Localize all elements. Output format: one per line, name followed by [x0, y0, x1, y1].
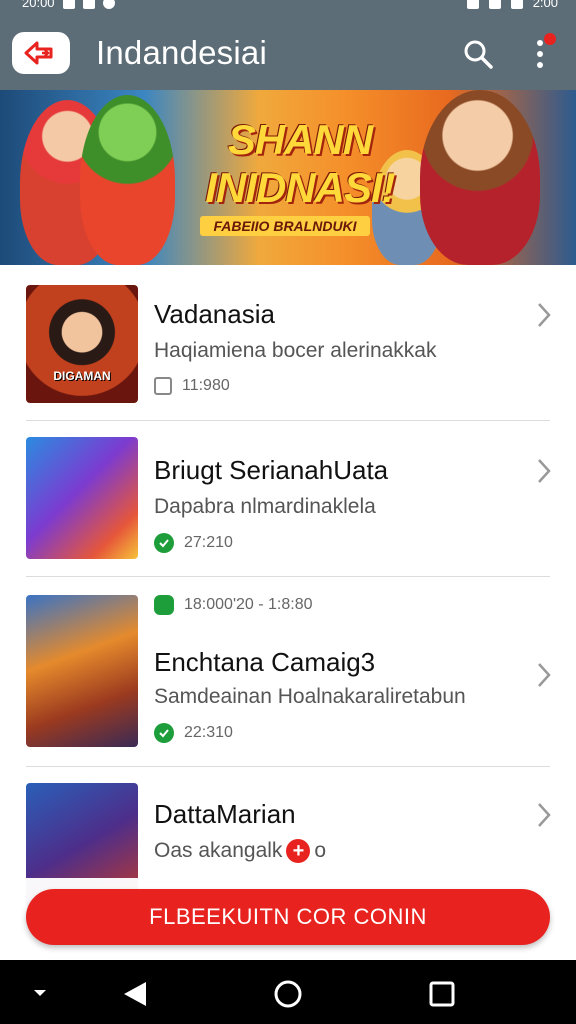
- more-dot: [537, 62, 543, 68]
- calendar-icon: [154, 377, 172, 395]
- item-description: Oas akangalk + o: [154, 839, 326, 863]
- item-description-suffix: o: [314, 839, 327, 862]
- list-item[interactable]: DIGAMAN Vadanasia Haqiamiena bocer aleri…: [26, 265, 551, 421]
- chevron-right-icon: [538, 459, 551, 483]
- chevron-right-icon: [538, 663, 551, 687]
- chevron-right-icon: [538, 303, 551, 327]
- app-bar: Indandesiai: [0, 14, 576, 90]
- item-meta-text: 27:210: [184, 534, 233, 551]
- item-meta: 22:310: [154, 723, 233, 743]
- list-item[interactable]: 18:000'20 - 1:8:80 Enchtana Camaig3 Samd…: [26, 577, 551, 767]
- item-meta-text: 11:980: [182, 377, 230, 394]
- home-nav-icon[interactable]: [272, 978, 304, 1010]
- lock-icon: [154, 595, 174, 615]
- more-vertical-icon: [537, 40, 543, 46]
- item-meta: 11:980: [154, 377, 230, 395]
- item-title: DattaMarian: [154, 799, 296, 829]
- system-nav-bar: [0, 960, 576, 1024]
- item-meta-text: 22:310: [184, 724, 233, 741]
- item-title: Vadanasia: [154, 299, 275, 329]
- status-bar: 20:00 2:00: [0, 0, 576, 14]
- battery-icon: [510, 0, 523, 9]
- banner-title-line2: INIDNASI!: [205, 164, 395, 211]
- item-thumbnail: [26, 595, 138, 747]
- back-arrow-icon: [24, 41, 53, 65]
- item-top-meta: 18:000'20 - 1:8:80: [154, 595, 313, 615]
- back-nav-icon[interactable]: [122, 980, 148, 1008]
- signal-icon: [488, 0, 501, 9]
- item-title: Briugt SerianahUata: [154, 455, 389, 485]
- item-thumbnail: [26, 437, 138, 559]
- promo-banner[interactable]: SHANN INIDNASI! FABEIIO BRALNDUKI: [0, 90, 576, 265]
- primary-action-button[interactable]: FLBEEKUITN COR CONIN: [26, 889, 550, 945]
- search-button[interactable]: [458, 34, 498, 74]
- banner-title: SHANN INIDNASI!: [200, 116, 400, 212]
- notification-dot: [544, 33, 556, 45]
- shield-icon: [82, 0, 95, 9]
- plus-circle-icon[interactable]: +: [286, 839, 311, 863]
- status-left: 20:00: [22, 0, 115, 9]
- item-thumbnail: DIGAMAN: [26, 285, 138, 403]
- item-top-meta-text: 18:000'20 - 1:8:80: [184, 596, 313, 613]
- wifi-icon: [466, 0, 479, 9]
- character-art: [80, 95, 175, 265]
- item-description-text: Oas akangalk: [154, 839, 283, 862]
- check-circle-icon: [154, 533, 174, 553]
- recents-nav-icon[interactable]: [428, 980, 456, 1008]
- list-item[interactable]: Briugt SerianahUata Dapabra nlmardinakle…: [26, 421, 551, 577]
- status-time: 20:00: [22, 0, 55, 10]
- app-title: Indandesiai: [96, 34, 268, 71]
- status-clock: 2:00: [532, 0, 558, 10]
- search-icon: [464, 40, 493, 69]
- more-dot: [537, 51, 543, 57]
- item-title: Enchtana Camaig3: [154, 647, 376, 677]
- chevron-right-icon: [538, 803, 551, 827]
- banner-subtitle: FABEIIO BRALNDUKI: [200, 216, 370, 236]
- thumbnail-label: DIGAMAN: [53, 369, 111, 383]
- character-art: [420, 90, 540, 265]
- item-meta: 27:210: [154, 533, 233, 553]
- item-description: Samdeainan Hoalnakaraliretabun: [154, 685, 466, 708]
- keyboard-hide-icon[interactable]: [32, 988, 48, 998]
- sync-icon: [102, 0, 115, 9]
- check-circle-icon: [154, 723, 174, 743]
- gallery-icon: [62, 0, 75, 9]
- item-description: Haqiamiena bocer alerinakkak: [154, 339, 437, 362]
- status-right: 2:00: [466, 0, 558, 10]
- item-description: Dapabra nlmardinaklela: [154, 495, 376, 518]
- banner-title-line1: SHANN: [227, 116, 373, 163]
- back-button[interactable]: [12, 32, 70, 74]
